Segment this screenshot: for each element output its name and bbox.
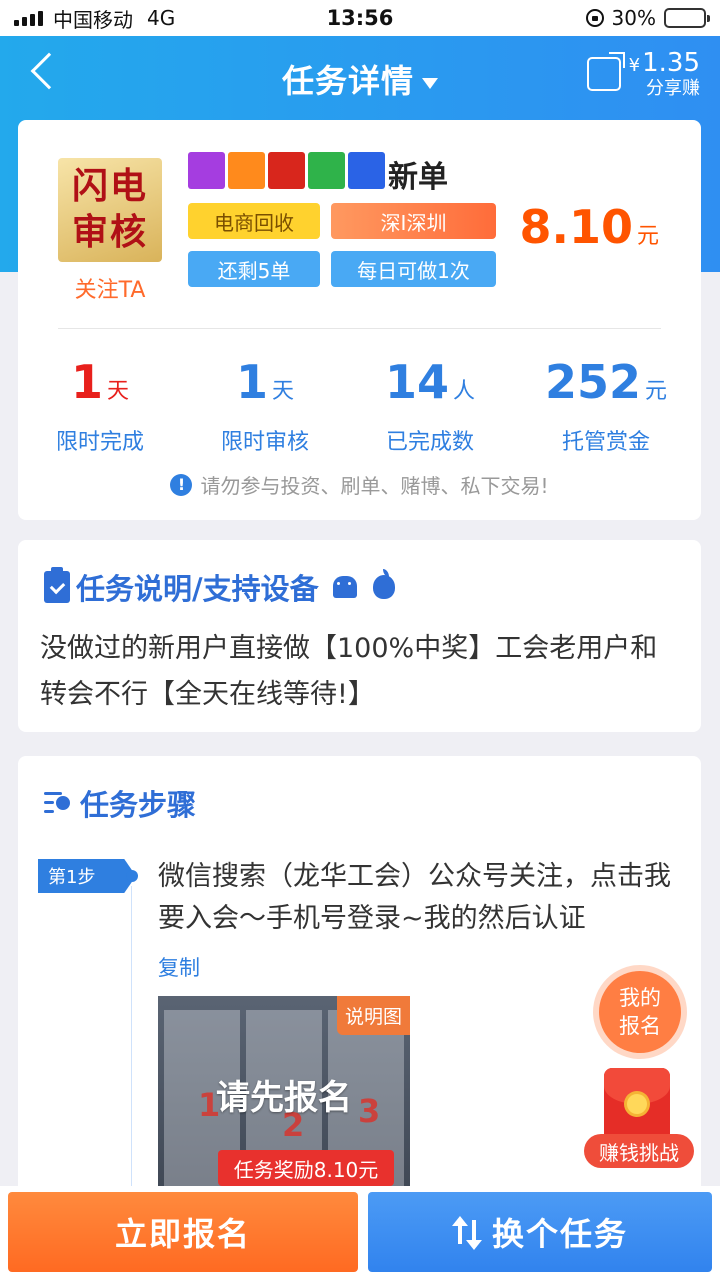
chevron-down-icon: [422, 77, 438, 89]
guide-badge: 说明图: [336, 996, 410, 1035]
step-timeline: [131, 886, 132, 1196]
stat-unit: 人: [453, 379, 476, 404]
task-description-card: 任务说明/支持设备 没做过的新用户直接做【100%中奖】工会老用户和转会不行【全…: [18, 540, 701, 732]
share-icon: [586, 52, 625, 91]
daily-limit-tag: 每日可做1次: [331, 251, 496, 287]
stat-escrow: 252 元 托管赏金: [526, 356, 686, 456]
share-amount: 1.35: [642, 48, 700, 78]
stat-time-limit: 1天 限时完成: [20, 356, 180, 456]
swatch: [188, 152, 225, 189]
logo-line-2: 审核: [71, 212, 148, 253]
swatch: [228, 152, 265, 189]
stat-value: 1: [235, 355, 268, 409]
stat-unit: 天: [107, 379, 130, 404]
share-currency: ¥: [628, 55, 641, 76]
apple-icon: [372, 569, 395, 599]
my-signups-button[interactable]: 我的报名: [599, 971, 681, 1053]
network-type: 4G: [147, 6, 176, 30]
description-title: 任务说明/支持设备: [76, 572, 319, 606]
task-title-suffix: 新单: [388, 160, 448, 195]
switch-label: 换个任务: [491, 1215, 628, 1253]
step-badge: 第1步: [38, 859, 136, 893]
signup-first-overlay: 请先报名: [216, 1078, 352, 1118]
warning-text: 请勿参与投资、刷单、赌博、私下交易!: [200, 474, 549, 498]
copy-button[interactable]: 复制: [158, 952, 200, 982]
bottom-action-bar: 立即报名 换个任务: [0, 1186, 720, 1280]
stat-value: 1: [70, 355, 103, 409]
stat-label: 已完成数: [385, 430, 474, 455]
info-icon: !: [170, 473, 193, 496]
share-label: 分享赚: [646, 78, 700, 99]
navigation-bar: 任务详情 ¥1.35 分享赚: [0, 36, 720, 120]
android-icon: [332, 576, 357, 598]
earn-challenge-button[interactable]: 赚钱挑战: [584, 1068, 694, 1172]
signal-icon: [14, 10, 43, 26]
stat-unit: 元: [645, 379, 668, 404]
signup-label: 立即报名: [114, 1215, 251, 1253]
my-signups-label: 我的报名: [619, 986, 661, 1038]
stat-label: 限时完成: [55, 430, 144, 455]
title-color-swatches: [188, 152, 385, 189]
swatch: [268, 152, 305, 189]
orientation-lock-icon: [585, 9, 604, 27]
switch-task-button[interactable]: 换个任务: [368, 1192, 712, 1272]
task-summary-card: 闪电 审核 关注TA 新单 电商回收 深I深圳 还剩5单 每日可做1次 8.10 元…: [18, 120, 701, 520]
steps-title: 任务步骤: [80, 788, 197, 822]
stat-label: 限时审核: [220, 430, 309, 455]
stat-value: 252: [544, 355, 641, 409]
remaining-tag: 还剩5单: [188, 251, 320, 287]
battery-percent: 30%: [611, 6, 656, 30]
share-earn-button[interactable]: ¥1.35 分享赚: [586, 48, 700, 99]
stat-value: 14: [384, 355, 449, 409]
publisher-logo[interactable]: 闪电 审核: [58, 158, 162, 262]
carrier-name: 中国移动: [53, 7, 133, 32]
stat-review-limit: 1天 限时审核: [185, 356, 345, 456]
stat-label: 托管赏金: [561, 430, 650, 455]
red-envelope-icon: [604, 1068, 670, 1144]
steps-heading: 任务步骤: [44, 782, 196, 824]
page-title-text: 任务详情: [281, 62, 414, 100]
risk-warning: ! 请勿参与投资、刷单、赌博、私下交易!: [18, 470, 701, 499]
task-price: 8.10 元: [519, 200, 659, 254]
logo-line-1: 闪电: [71, 166, 148, 207]
challenge-label: 赚钱挑战: [584, 1134, 694, 1168]
step-text: 微信搜索（龙华工会）公众号关注，点击我要入会～手机号登录~我的然后认证: [158, 861, 671, 934]
divider: [58, 328, 661, 329]
swap-icon: [451, 1216, 482, 1250]
swatch: [348, 152, 385, 189]
status-bar: 中国移动 4G 13:56 30%: [0, 0, 720, 36]
list-search-icon: [44, 790, 74, 816]
price-unit: 元: [636, 224, 659, 249]
region-tag: 深I深圳: [331, 203, 496, 239]
swatch: [308, 152, 345, 189]
description-text: 没做过的新用户直接做【100%中奖】工会老用户和转会不行【全天在线等待!】: [40, 633, 658, 710]
category-tag: 电商回收: [188, 203, 320, 239]
reward-tooltip: 任务奖励8.10元: [218, 1150, 394, 1195]
stat-completed: 14 人 已完成数: [350, 356, 510, 456]
price-value: 8.10: [519, 200, 633, 254]
signup-button[interactable]: 立即报名: [8, 1192, 358, 1272]
clipboard-check-icon: [44, 567, 70, 603]
battery-icon: [664, 8, 710, 28]
follow-button[interactable]: 关注TA: [58, 272, 162, 304]
stat-unit: 天: [272, 379, 295, 404]
step-dot: [126, 870, 138, 882]
description-heading: 任务说明/支持设备: [44, 566, 395, 608]
